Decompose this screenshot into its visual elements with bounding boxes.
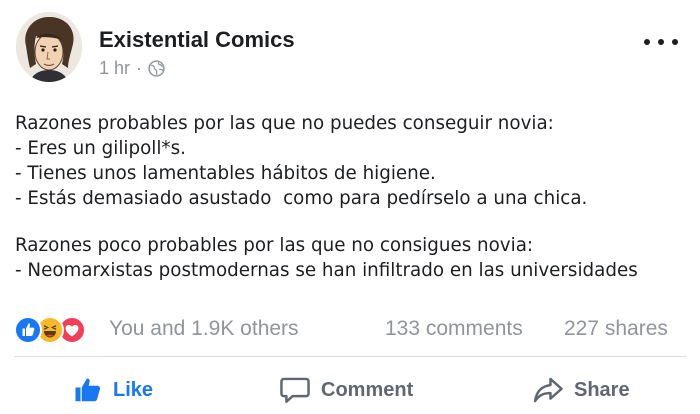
avatar[interactable] [16, 12, 82, 82]
post-body-line: - Neomarxistas postmodernas se han infil… [15, 260, 638, 281]
post-time[interactable]: 1 hr [99, 58, 130, 79]
post-body-line: - Tienes unos lamentables hábitos de hig… [15, 163, 436, 184]
actions-divider [14, 356, 686, 357]
comment-button[interactable]: Comment [279, 370, 413, 410]
share-button[interactable]: Share [532, 370, 630, 410]
share-arrow-icon [533, 377, 563, 403]
post-body-line: Razones poco probables por las que no co… [15, 235, 534, 256]
share-label: Share [574, 378, 630, 401]
more-options-icon[interactable] [644, 32, 678, 52]
more-dot [658, 39, 664, 45]
facebook-post: Existential Comics 1 hr · Razones probab… [0, 0, 700, 414]
like-button[interactable]: Like [73, 370, 153, 410]
post-stats: You and 1.9K others 133 comments 227 sha… [0, 312, 700, 348]
thumbs-up-icon [75, 378, 101, 402]
shares-count-link[interactable]: 227 shares [564, 317, 668, 341]
post-body-line: - Eres un gilipoll*s. [15, 138, 186, 159]
post-body-line: - Estás demasiado asustado como para ped… [15, 188, 588, 209]
post-meta: 1 hr · [99, 58, 165, 79]
more-dot [644, 39, 650, 45]
post-body-line: Razones probables por las que no puedes … [15, 113, 554, 134]
avatar-portrait-icon [16, 12, 82, 82]
more-dot [672, 39, 678, 45]
likes-count-text[interactable]: You and 1.9K others [109, 317, 299, 341]
like-label: Like [113, 378, 154, 401]
comment-label: Comment [321, 378, 414, 401]
like-reaction-icon [14, 316, 42, 344]
meta-separator: · [136, 58, 143, 78]
reactions-summary[interactable] [14, 316, 100, 344]
comment-bubble-icon [280, 377, 310, 403]
post-author[interactable]: Existential Comics [99, 27, 295, 53]
globe-icon[interactable] [148, 60, 165, 77]
comments-count-link[interactable]: 133 comments [385, 317, 523, 341]
post-body-spacer [15, 211, 695, 233]
post-header: Existential Comics 1 hr · [0, 0, 700, 100]
post-actions-bar: Like Comment Share [0, 362, 700, 414]
post-body: Razones probables por las que no puedes … [15, 111, 695, 283]
